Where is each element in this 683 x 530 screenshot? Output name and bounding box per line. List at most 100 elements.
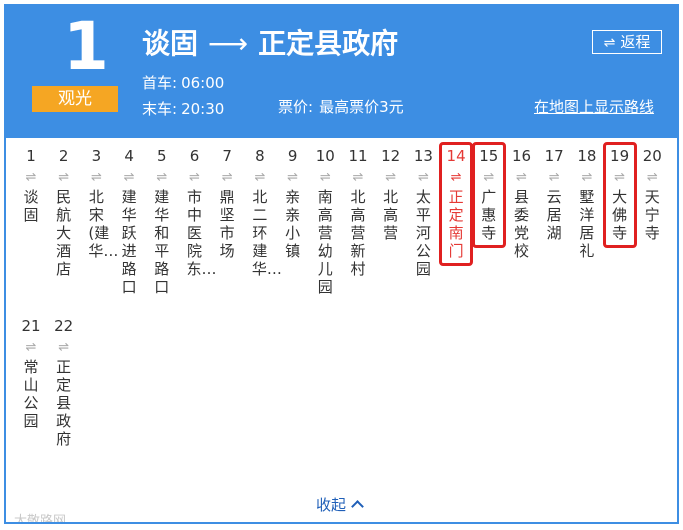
stop-number: 8 [255, 147, 265, 165]
last-bus-time: 20:30 [181, 100, 225, 118]
route-title: 谈固 ⟶ 正定县政府 [142, 22, 398, 62]
arrow-right-icon: ⟶ [208, 27, 249, 60]
direction-switch-icon: ⇌ [581, 170, 593, 185]
stop-number: 19 [610, 147, 630, 165]
stop-number: 15 [479, 147, 499, 165]
direction-switch-icon: ⇌ [25, 340, 37, 355]
stop-number: 20 [642, 147, 662, 165]
stop-number: 13 [413, 147, 433, 165]
direction-switch-icon: ⇌ [385, 170, 397, 185]
stop-name: 北高营 [383, 188, 399, 242]
stop-name: 常山公园 [23, 358, 39, 430]
route-origin: 谈固 [142, 27, 199, 60]
stop-name: 广惠寺 [481, 188, 497, 242]
direction-switch-icon: ⇌ [646, 170, 658, 185]
stop-item[interactable]: 10 ⇌ 南高营幼儿园 [310, 146, 340, 296]
direction-switch-icon: ⇌ [548, 170, 560, 185]
show-route-on-map-link[interactable]: 在地图上显示路线 [534, 96, 654, 117]
stop-number: 9 [287, 147, 298, 165]
stop-number: 3 [91, 147, 102, 165]
stop-item[interactable]: 12 ⇌ 北高营 [376, 146, 406, 242]
stop-name: 南高营幼儿园 [317, 188, 333, 296]
return-trip-button[interactable]: ⇌ 返程 [592, 30, 662, 54]
stop-number: 14 [446, 147, 466, 165]
stop-name: 市中医院东… [186, 188, 217, 278]
stop-number: 6 [189, 147, 200, 165]
stop-number: 21 [21, 317, 41, 335]
direction-switch-icon: ⇌ [417, 170, 429, 185]
direction-switch-icon: ⇌ [156, 170, 168, 185]
stop-name: 正定南门 [448, 188, 464, 260]
watermark: 大敬路网 [14, 514, 67, 524]
stop-item[interactable]: 14 ⇌ 正定南门 [441, 146, 471, 260]
stop-item[interactable]: 11 ⇌ 北高营新村 [343, 146, 373, 278]
stop-number: 18 [577, 147, 597, 165]
stop-item[interactable]: 7 ⇌ 鼎坚市场 [212, 146, 242, 260]
stop-name: 云居湖 [546, 188, 562, 242]
stop-name: 鼎坚市场 [219, 188, 235, 260]
direction-switch-icon: ⇌ [287, 170, 299, 185]
stop-item[interactable]: 1 ⇌ 谈固 [16, 146, 46, 224]
stop-item[interactable]: 4 ⇌ 建华跃进路口 [114, 146, 144, 296]
direction-switch-icon: ⇌ [123, 170, 135, 185]
stop-item[interactable]: 21 ⇌ 常山公园 [16, 316, 46, 430]
direction-switch-icon: ⇌ [483, 170, 495, 185]
fare-info: 票价: 最高票价3元 [278, 96, 404, 117]
stop-item[interactable]: 9 ⇌ 亲亲小镇 [278, 146, 308, 260]
stop-number: 16 [511, 147, 532, 165]
stop-item[interactable]: 8 ⇌ 北二环建华… [245, 146, 282, 278]
direction-switch-icon: ⇌ [319, 170, 331, 185]
return-trip-label: 返程 [620, 33, 651, 51]
stop-item[interactable]: 20 ⇌ 天宁寺 [637, 146, 667, 242]
collapse-label: 收起 [316, 496, 347, 514]
stop-name: 北宋(建华… [88, 188, 119, 260]
direction-switch-icon: ⇌ [58, 340, 70, 355]
stop-item[interactable]: 18 ⇌ 墅洋居礼 [572, 146, 602, 260]
stop-item[interactable]: 5 ⇌ 建华和平路口 [147, 146, 177, 296]
stop-name: 大佛寺 [612, 188, 628, 242]
stop-item[interactable]: 6 ⇌ 市中医院东… [180, 146, 217, 278]
stop-name: 县委党校 [513, 188, 529, 260]
stop-item[interactable]: 17 ⇌ 云居湖 [539, 146, 569, 242]
stop-item[interactable]: 3 ⇌ 北宋(建华… [81, 146, 119, 260]
stop-item[interactable]: 16 ⇌ 县委党校 [507, 146, 537, 260]
chevron-up-icon [351, 500, 364, 513]
stop-number: 11 [348, 147, 368, 165]
route-number: 1 [63, 8, 109, 85]
direction-switch-icon: ⇌ [254, 170, 266, 185]
stop-name: 建华和平路口 [154, 188, 170, 296]
stop-name: 北高营新村 [350, 188, 366, 278]
stop-name: 太平河公园 [415, 188, 431, 278]
stop-item[interactable]: 13 ⇌ 太平河公园 [408, 146, 438, 278]
direction-switch-icon: ⇌ [90, 170, 102, 185]
stop-item[interactable]: 22 ⇌ 正定县政府 [49, 316, 79, 448]
stop-name: 建华跃进路口 [121, 188, 137, 296]
stop-number: 12 [381, 147, 401, 165]
route-card: 1 观光 谈固 ⟶ 正定县政府 首车: 06:00 末车: 20:30 票价: 最高票价3… [4, 4, 679, 524]
service-times: 首车: 06:00 末车: 20:30 [142, 70, 224, 122]
stop-name: 墅洋居礼 [579, 188, 595, 260]
stop-name: 正定县政府 [56, 358, 72, 448]
stop-number: 2 [58, 147, 69, 165]
stop-name: 亲亲小镇 [285, 188, 301, 260]
direction-switch-icon: ⇌ [221, 170, 233, 185]
stop-item[interactable]: 2 ⇌ 民航大酒店 [49, 146, 79, 278]
stop-name: 谈固 [23, 188, 39, 224]
fare-label: 票价: [278, 98, 314, 116]
direction-switch-icon: ⇌ [516, 170, 527, 185]
direction-switch-icon: ⇌ [352, 170, 364, 185]
last-bus-label: 末车: [142, 100, 178, 118]
direction-switch-icon: ⇌ [189, 170, 200, 185]
stop-name: 民航大酒店 [56, 188, 72, 278]
fare-value: 最高票价3元 [319, 98, 404, 116]
stop-number: 7 [222, 147, 232, 165]
stop-name: 北二环建华… [251, 188, 282, 278]
route-header: 1 观光 谈固 ⟶ 正定县政府 首车: 06:00 末车: 20:30 票价: 最高票价3… [6, 6, 677, 138]
direction-switch-icon: ⇌ [25, 170, 37, 185]
stop-number: 4 [124, 147, 134, 165]
stop-item[interactable]: 15 ⇌ 广惠寺 [474, 146, 504, 242]
stop-item[interactable]: 19 ⇌ 大佛寺 [605, 146, 635, 242]
direction-switch-icon: ⇌ [614, 170, 626, 185]
collapse-button[interactable]: 收起 [316, 494, 364, 515]
direction-switch-icon: ⇌ [450, 170, 462, 185]
